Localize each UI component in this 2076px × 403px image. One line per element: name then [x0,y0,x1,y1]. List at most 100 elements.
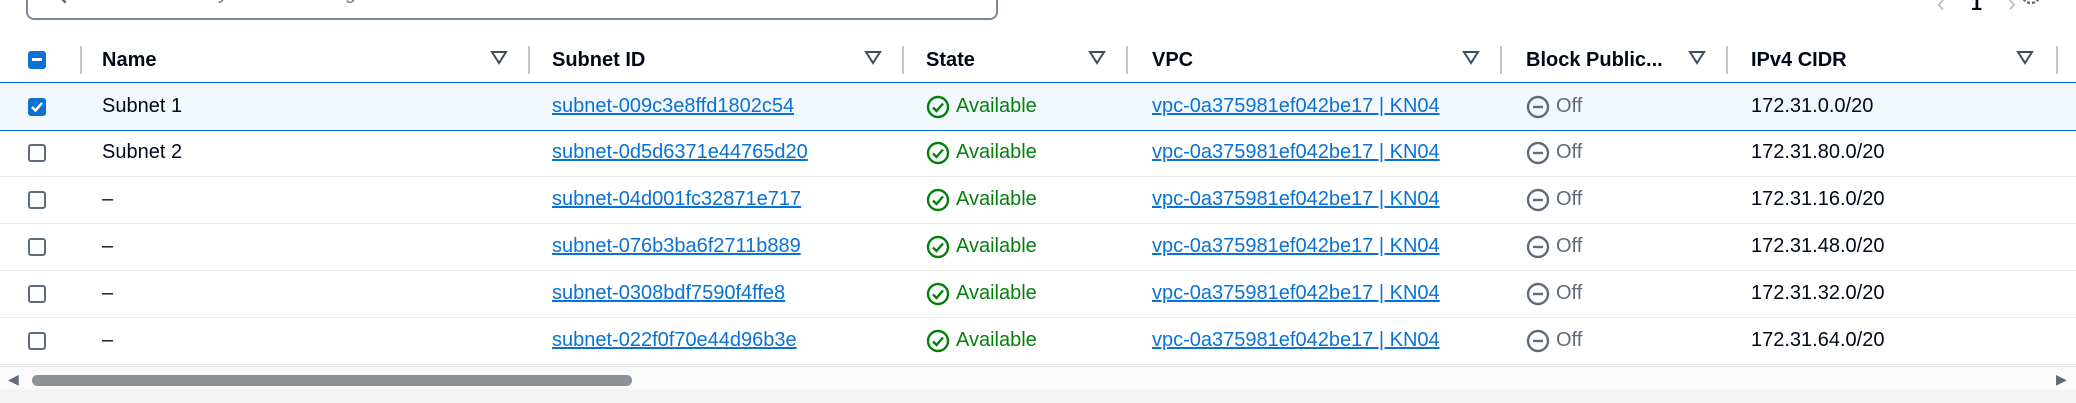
check-circle-icon [926,329,950,352]
state-label: Available [956,141,1037,163]
subnet-id-link[interactable]: subnet-022f0f70e44d96b3e [552,329,797,352]
gear-icon[interactable] [2016,0,2046,14]
block-public-label: Off [1556,141,1583,163]
table-row[interactable]: – subnet-04d001fc32871e717 Available vpc-0a… [0,176,2076,224]
state-label: Available [956,329,1037,351]
row-select-cell [28,223,46,270]
column-divider[interactable] [2056,46,2058,74]
current-page[interactable]: 1 [1971,0,1982,16]
caret-down-icon[interactable] [864,50,882,66]
caret-down-icon[interactable] [1462,50,1480,66]
table-row[interactable]: – subnet-022f0f70e44d96b3e Available vpc-0a… [0,317,2076,365]
column-divider[interactable] [1726,46,1728,74]
row-checkbox[interactable] [28,237,46,256]
subnet-name: – [102,329,114,351]
select-all-checkbox[interactable] [28,51,46,69]
column-header-state[interactable]: State [926,38,975,82]
row-checkbox[interactable] [28,284,46,303]
block-public-label: Off [1556,95,1583,117]
subnet-id-link[interactable]: subnet-0308bdf7590f4ffe8 [552,282,785,305]
ipv4-cidr: 172.31.0.0/20 [1751,95,1874,117]
scroll-left-icon[interactable]: ◀ [8,371,19,388]
column-divider[interactable] [1126,46,1128,74]
row-checkbox[interactable] [28,190,46,209]
caret-down-icon[interactable] [1688,50,1706,66]
table-row[interactable]: Subnet 1 subnet-009c3e8ffd1802c54 Availabl… [0,82,2076,131]
row-checkbox[interactable] [28,143,46,162]
state-label: Available [956,282,1037,304]
column-divider[interactable] [528,46,530,74]
vpc-link[interactable]: vpc-0a375981ef042be17 | KN04 [1152,329,1440,352]
caret-down-icon[interactable] [1088,50,1106,66]
check-circle-icon [926,141,950,164]
table-row[interactable]: Subnet 2 subnet-0d5d6371e44765d20 Availabl… [0,129,2076,177]
vpc-link[interactable]: vpc-0a375981ef042be17 | KN04 [1152,282,1440,305]
next-page-button[interactable]: › [2008,0,2016,18]
row-checkbox[interactable] [28,331,46,350]
vpc-link[interactable]: vpc-0a375981ef042be17 | KN04 [1152,235,1440,258]
check-circle-icon [926,95,950,118]
state-label: Available [956,235,1037,257]
check-circle-icon [926,282,950,305]
column-header-block-public[interactable]: Block Public... [1526,38,1663,82]
subnet-name: Subnet 2 [102,141,183,163]
block-public-label: Off [1556,282,1583,304]
subnet-id-link[interactable]: subnet-076b3ba6f2711b889 [552,235,801,258]
row-select-cell [28,83,46,130]
vpc-link[interactable]: vpc-0a375981ef042be17 | KN04 [1152,141,1440,164]
ipv4-cidr: 172.31.16.0/20 [1751,188,1885,210]
block-public-cell: Off [1526,270,1582,317]
vpc-link[interactable]: vpc-0a375981ef042be17 | KN04 [1152,188,1440,211]
caret-down-icon[interactable] [490,50,508,66]
search-box[interactable] [26,0,998,20]
block-public-indicator: Off [1526,235,1582,259]
subnet-id-link[interactable]: subnet-009c3e8ffd1802c54 [552,95,794,118]
subnet-name: – [102,188,114,210]
table-row[interactable]: – subnet-076b3ba6f2711b889 Available vpc-0a… [0,223,2076,271]
scrollbar-thumb[interactable] [32,375,632,386]
minus-circle-icon [1526,282,1550,305]
table-toolbar: ‹ 1 › [0,0,2076,28]
subnet-name: – [102,282,114,304]
caret-down-icon[interactable] [2016,50,2034,66]
state-label: Available [956,188,1037,210]
row-select-cell [28,270,46,317]
table-row[interactable]: – subnet-0308bdf7590f4ffe8 Available vpc-0a… [0,270,2076,318]
column-header-subnet-id[interactable]: Subnet ID [552,38,645,82]
row-select-cell [28,176,46,223]
search-input[interactable] [76,0,960,12]
row-select-cell [28,317,46,364]
column-divider[interactable] [902,46,904,74]
column-divider[interactable] [1500,46,1502,74]
vpc-link[interactable]: vpc-0a375981ef042be17 | KN04 [1152,95,1440,118]
minus-circle-icon [1526,329,1550,352]
status-indicator: Available [926,188,1037,212]
column-divider[interactable] [80,46,82,74]
subnet-id-cell: subnet-076b3ba6f2711b889 [552,223,801,270]
block-public-indicator: Off [1526,282,1582,306]
row-checkbox[interactable] [28,97,46,116]
column-header-vpc[interactable]: VPC [1152,38,1193,82]
state-cell: Available [926,176,1037,223]
ipv4-cidr: 172.31.32.0/20 [1751,282,1885,304]
horizontal-scrollbar[interactable]: ◀ ▶ [0,366,2076,389]
subnet-id-link[interactable]: subnet-0d5d6371e44765d20 [552,141,808,164]
subnet-name: – [102,235,114,257]
subnet-id-cell: subnet-022f0f70e44d96b3e [552,317,797,364]
block-public-indicator: Off [1526,141,1582,165]
minus-icon [32,58,42,61]
checkmark-icon [31,101,43,112]
status-indicator: Available [926,141,1037,165]
prev-page-button[interactable]: ‹ [1937,0,1945,18]
column-header-ipv4-cidr[interactable]: IPv4 CIDR [1751,38,1847,82]
column-header-name[interactable]: Name [102,38,156,82]
subnet-id-cell: subnet-04d001fc32871e717 [552,176,801,223]
subnet-id-link[interactable]: subnet-04d001fc32871e717 [552,188,801,211]
minus-circle-icon [1526,95,1550,118]
subnet-name: Subnet 1 [102,95,183,117]
scroll-right-icon[interactable]: ▶ [2056,371,2067,388]
block-public-label: Off [1556,329,1583,351]
ipv4-cidr: 172.31.64.0/20 [1751,329,1885,351]
minus-circle-icon [1526,188,1550,211]
vpc-cell: vpc-0a375981ef042be17 | KN04 [1152,317,1440,364]
